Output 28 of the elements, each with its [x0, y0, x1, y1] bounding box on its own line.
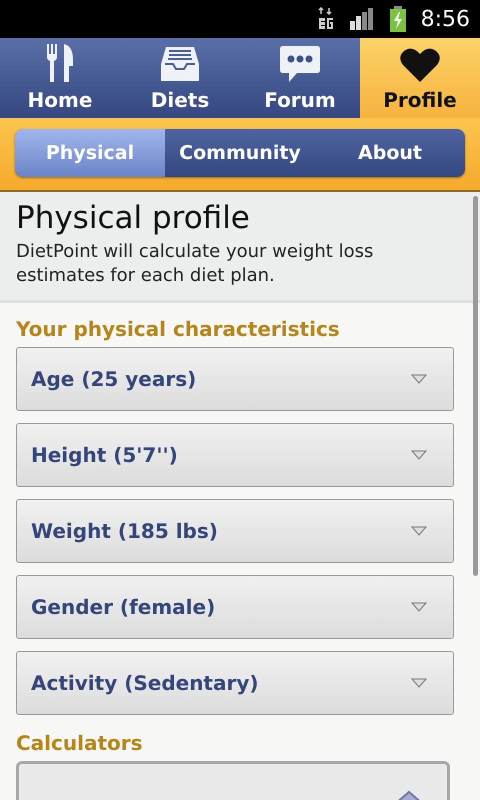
calculator-card[interactable]	[16, 761, 450, 800]
dropdown-field[interactable]: Age (25 years)	[16, 347, 454, 411]
signal-icon	[348, 7, 375, 31]
section-heading: Your physical characteristics	[16, 317, 341, 341]
dropdown-arrow-icon	[411, 678, 427, 688]
dropdown-arrow-icon	[411, 526, 427, 536]
dropdown-field[interactable]: Height (5'7'')	[16, 423, 454, 487]
nav-tab[interactable]: Diets	[120, 38, 240, 118]
battery-charging-icon	[388, 6, 407, 32]
chat-bubble-icon	[280, 46, 320, 82]
clock-time: 8:56	[420, 6, 470, 32]
page-title: Physical profile	[16, 200, 251, 236]
section-heading: Calculators	[16, 731, 144, 755]
description-text: DietPoint will calculate your weight loss estimates for each diet plan.	[16, 240, 374, 288]
dropdown-field[interactable]: Activity (Sedentary)	[16, 651, 454, 715]
dropdown-field[interactable]: Gender (female)	[16, 575, 454, 639]
tray-icon	[160, 46, 200, 82]
nav-tab[interactable]: Forum	[240, 38, 360, 118]
nav-tab[interactable]: Profile	[360, 38, 480, 118]
dropdown-arrow-icon	[411, 374, 427, 384]
segment-tab[interactable]: About	[315, 129, 465, 177]
dropdown-field[interactable]: Weight (185 lbs)	[16, 499, 454, 563]
nav-tab[interactable]: Home	[0, 38, 120, 118]
fork-knife-icon	[46, 44, 74, 82]
dropdown-arrow-icon	[411, 602, 427, 612]
dropdown-arrow-icon	[411, 450, 427, 460]
segment-tab[interactable]: Community	[165, 129, 315, 177]
heart-icon	[400, 48, 440, 82]
